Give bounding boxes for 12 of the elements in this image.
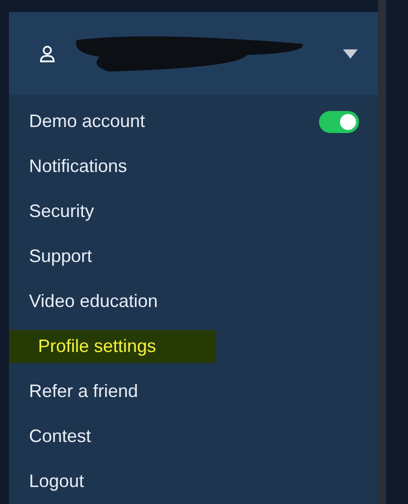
menu-item[interactable]: Support	[29, 243, 92, 270]
menu-item[interactable]: Security	[29, 198, 94, 225]
toggle-switch[interactable]	[319, 110, 359, 132]
menu-item[interactable]: Logout	[29, 468, 84, 495]
menu-item[interactable]: Profile settings	[9, 330, 216, 363]
menu-item[interactable]: Refer a friend	[29, 378, 138, 405]
caret-icon[interactable]	[343, 48, 358, 58]
menu-item[interactable]: Contest	[29, 423, 92, 450]
menu-item[interactable]: Notifications	[29, 153, 128, 180]
menu-item[interactable]: Demo account	[29, 108, 146, 135]
user-icon	[39, 44, 56, 64]
menu-item[interactable]: Video education	[29, 288, 158, 315]
